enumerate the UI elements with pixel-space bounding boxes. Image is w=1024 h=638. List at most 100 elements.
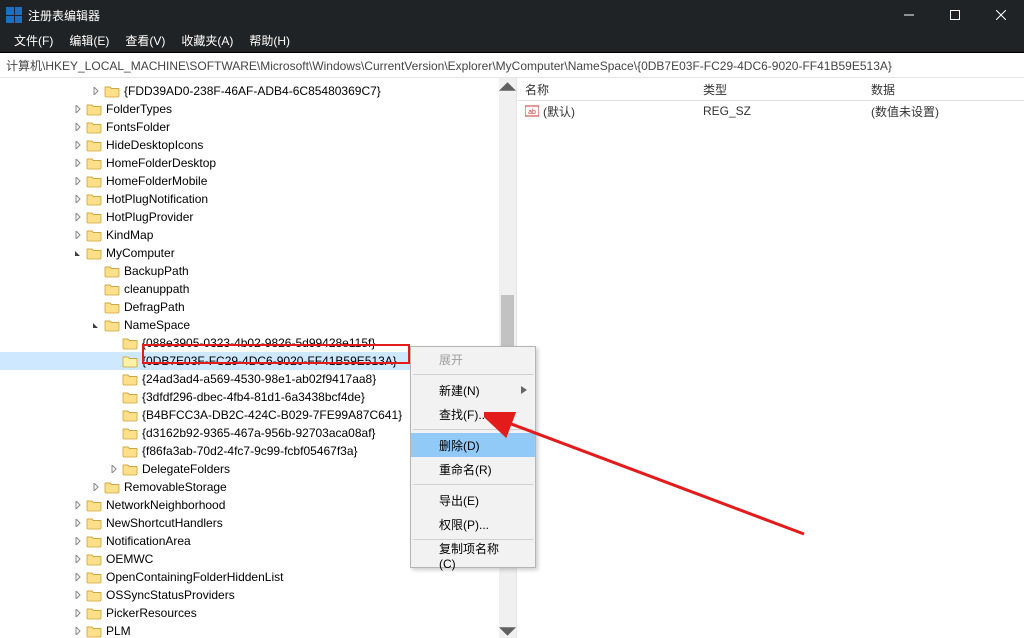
folder-icon — [104, 318, 120, 332]
tree-item[interactable]: HomeFolderDesktop — [0, 154, 516, 172]
tree-label: NotificationArea — [106, 534, 191, 548]
chevron-open-icon[interactable] — [90, 319, 102, 331]
window: 注册表编辑器 文件(F) 编辑(E) 查看(V) 收藏夹(A) 帮助(H) 计算… — [0, 0, 1024, 638]
tree-label: HomeFolderDesktop — [106, 156, 216, 170]
chevron-closed-icon[interactable] — [72, 607, 84, 619]
folder-icon — [104, 84, 120, 98]
maximize-button[interactable] — [932, 0, 978, 30]
row-name: (默认) — [543, 103, 575, 120]
tree-item[interactable]: FontsFolder — [0, 118, 516, 136]
tree-item[interactable]: OpenContainingFolderHiddenList — [0, 568, 516, 586]
tree-label: NetworkNeighborhood — [106, 498, 225, 512]
tree-label: HideDesktopIcons — [106, 138, 203, 152]
string-value-icon: ab — [525, 104, 539, 118]
folder-icon — [122, 372, 138, 386]
ctx-find[interactable]: 查找(F)... — [411, 402, 535, 426]
chevron-closed-icon[interactable] — [72, 103, 84, 115]
tree-label: {d3162b92-9365-467a-956b-92703aca08af} — [142, 426, 376, 440]
folder-icon — [86, 498, 102, 512]
chevron-closed-icon[interactable] — [72, 571, 84, 583]
tree-label: DefragPath — [124, 300, 185, 314]
folder-icon — [86, 588, 102, 602]
tree-item[interactable]: HotPlugProvider — [0, 208, 516, 226]
ctx-new[interactable]: 新建(N) — [411, 378, 535, 402]
tree-item[interactable]: HideDesktopIcons — [0, 136, 516, 154]
chevron-closed-icon[interactable] — [72, 193, 84, 205]
folder-icon — [86, 570, 102, 584]
minimize-button[interactable] — [886, 0, 932, 30]
folder-icon — [86, 192, 102, 206]
tree-label: NameSpace — [124, 318, 190, 332]
folder-icon — [86, 228, 102, 242]
chevron-closed-icon[interactable] — [72, 499, 84, 511]
tree-item[interactable]: HomeFolderMobile — [0, 172, 516, 190]
tree-item[interactable]: HotPlugNotification — [0, 190, 516, 208]
chevron-closed-icon[interactable] — [72, 535, 84, 547]
chevron-closed-icon[interactable] — [72, 211, 84, 223]
scroll-up-icon[interactable] — [499, 78, 516, 95]
tree-label: {24ad3ad4-a569-4530-98e1-ab02f9417aa8} — [142, 372, 376, 386]
list-row[interactable]: ab (默认) REG_SZ (数值未设置) — [517, 101, 1024, 121]
tree-item[interactable]: {FDD39AD0-238F-46AF-ADB4-6C85480369C7} — [0, 82, 516, 100]
chevron-closed-icon[interactable] — [72, 589, 84, 601]
app-icon — [6, 7, 22, 23]
tree-item[interactable]: KindMap — [0, 226, 516, 244]
menu-fav[interactable]: 收藏夹(A) — [173, 30, 241, 52]
chevron-closed-icon[interactable] — [72, 121, 84, 133]
tree-label: {0DB7E03F-FC29-4DC6-9020-FF41B59E513A} — [142, 354, 397, 368]
menu-help[interactable]: 帮助(H) — [241, 30, 298, 52]
chevron-open-icon[interactable] — [72, 247, 84, 259]
row-type: REG_SZ — [695, 104, 863, 118]
chevron-closed-icon[interactable] — [72, 175, 84, 187]
chevron-closed-icon[interactable] — [72, 139, 84, 151]
tree-label: PickerResources — [106, 606, 197, 620]
ctx-export[interactable]: 导出(E) — [411, 488, 535, 512]
chevron-closed-icon[interactable] — [72, 157, 84, 169]
folder-icon — [86, 246, 102, 260]
scroll-down-icon[interactable] — [499, 623, 516, 638]
tree-item-namespace[interactable]: NameSpace — [0, 316, 516, 334]
address-bar[interactable]: 计算机\HKEY_LOCAL_MACHINE\SOFTWARE\Microsof… — [0, 53, 1024, 78]
value-list-pane: 名称 类型 数据 ab (默认) REG_SZ (数值未设置) — [517, 78, 1024, 638]
tree-label: MyComputer — [106, 246, 175, 260]
folder-icon — [86, 156, 102, 170]
chevron-closed-icon[interactable] — [108, 463, 120, 475]
ctx-separator — [413, 484, 533, 485]
tree-label: OEMWC — [106, 552, 153, 566]
tree-item[interactable]: DefragPath — [0, 298, 516, 316]
title-bar: 注册表编辑器 — [0, 0, 1024, 30]
col-type[interactable]: 类型 — [695, 81, 863, 98]
tree-label: KindMap — [106, 228, 153, 242]
folder-icon — [122, 444, 138, 458]
tree-item-mycomputer[interactable]: MyComputer — [0, 244, 516, 262]
menu-edit[interactable]: 编辑(E) — [61, 30, 117, 52]
ctx-rename[interactable]: 重命名(R) — [411, 457, 535, 481]
tree-label: HotPlugProvider — [106, 210, 193, 224]
tree-item[interactable]: BackupPath — [0, 262, 516, 280]
tree-item[interactable]: PickerResources — [0, 604, 516, 622]
ctx-delete[interactable]: 删除(D) — [411, 433, 535, 457]
ctx-copykey[interactable]: 复制项名称(C) — [411, 543, 535, 567]
folder-icon — [86, 534, 102, 548]
tree-item[interactable]: PLM — [0, 622, 516, 638]
menu-view[interactable]: 查看(V) — [117, 30, 173, 52]
ctx-perm[interactable]: 权限(P)... — [411, 512, 535, 536]
col-data[interactable]: 数据 — [863, 81, 1024, 98]
tree-item[interactable]: FolderTypes — [0, 100, 516, 118]
col-name[interactable]: 名称 — [517, 81, 695, 98]
tree-label: {088e3905-0323-4b02-9826-5d99428e115f} — [142, 336, 375, 350]
tree-item[interactable]: OSSyncStatusProviders — [0, 586, 516, 604]
chevron-closed-icon[interactable] — [90, 481, 102, 493]
tree-label: HotPlugNotification — [106, 192, 208, 206]
chevron-closed-icon[interactable] — [90, 85, 102, 97]
close-button[interactable] — [978, 0, 1024, 30]
address-text: 计算机\HKEY_LOCAL_MACHINE\SOFTWARE\Microsof… — [6, 57, 892, 74]
chevron-closed-icon[interactable] — [72, 229, 84, 241]
chevron-closed-icon[interactable] — [72, 625, 84, 637]
menu-file[interactable]: 文件(F) — [6, 30, 61, 52]
folder-icon — [122, 426, 138, 440]
tree-item[interactable]: cleanuppath — [0, 280, 516, 298]
tree-label: NewShortcutHandlers — [106, 516, 223, 530]
chevron-closed-icon[interactable] — [72, 553, 84, 565]
chevron-closed-icon[interactable] — [72, 517, 84, 529]
